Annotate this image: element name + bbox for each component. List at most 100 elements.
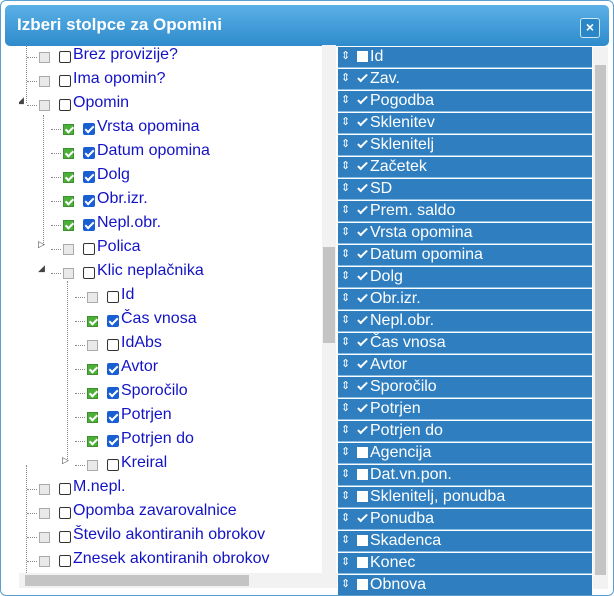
tree-node-label[interactable]: Polica xyxy=(97,238,141,256)
tree-node-label[interactable]: Potrjen xyxy=(121,406,172,424)
drag-handle-icon[interactable]: ⇕ xyxy=(341,313,350,326)
drag-handle-icon[interactable]: ⇕ xyxy=(341,445,350,458)
column-checkbox[interactable] xyxy=(357,579,368,590)
column-checkbox[interactable] xyxy=(83,123,95,135)
node-state-checkbox[interactable] xyxy=(87,364,98,375)
list-vertical-scrollbar[interactable] xyxy=(593,47,608,589)
node-state-checkbox[interactable] xyxy=(87,340,98,351)
column-checkbox[interactable] xyxy=(357,249,368,260)
selected-column-item[interactable]: ⇕ Prem. saldo xyxy=(338,201,592,222)
drag-handle-icon[interactable]: ⇕ xyxy=(341,533,350,546)
drag-handle-icon[interactable]: ⇕ xyxy=(341,401,350,414)
scrollbar-thumb[interactable] xyxy=(25,575,249,586)
column-checkbox[interactable] xyxy=(357,535,368,546)
column-checkbox[interactable] xyxy=(83,147,95,159)
tree-node-label[interactable]: IdAbs xyxy=(121,334,162,352)
drag-handle-icon[interactable]: ⇕ xyxy=(341,93,350,106)
column-checkbox[interactable] xyxy=(59,531,71,543)
selected-column-item[interactable]: ⇕ Sklenitev xyxy=(338,113,592,134)
column-checkbox[interactable] xyxy=(107,411,119,423)
tree-horizontal-scrollbar[interactable] xyxy=(19,573,337,588)
tree-node-label[interactable]: Opomba zavarovalnice xyxy=(73,502,237,520)
column-checkbox[interactable] xyxy=(59,483,71,495)
column-checkbox[interactable] xyxy=(83,243,95,255)
column-checkbox[interactable] xyxy=(357,359,368,370)
node-state-checkbox[interactable] xyxy=(63,124,74,135)
tree-node-label[interactable]: Sporočilo xyxy=(121,382,188,400)
scrollbar-thumb[interactable] xyxy=(323,247,335,343)
drag-handle-icon[interactable]: ⇕ xyxy=(341,137,350,150)
column-checkbox[interactable] xyxy=(59,75,71,87)
column-checkbox[interactable] xyxy=(357,425,368,436)
selected-column-item[interactable]: ⇕ Nepl.obr. xyxy=(338,311,592,332)
column-checkbox[interactable] xyxy=(357,271,368,282)
column-checkbox[interactable] xyxy=(357,95,368,106)
column-checkbox[interactable] xyxy=(357,403,368,414)
drag-handle-icon[interactable]: ⇕ xyxy=(341,159,350,172)
drag-handle-icon[interactable]: ⇕ xyxy=(341,357,350,370)
tree-node-label[interactable]: M.nepl. xyxy=(73,478,125,496)
drag-handle-icon[interactable]: ⇕ xyxy=(341,269,350,282)
column-checkbox[interactable] xyxy=(357,161,368,172)
expanded-icon[interactable]: ◢ xyxy=(38,263,45,274)
node-state-checkbox[interactable] xyxy=(39,532,50,543)
column-checkbox[interactable] xyxy=(83,267,95,279)
column-checkbox[interactable] xyxy=(107,435,119,447)
column-checkbox[interactable] xyxy=(83,171,95,183)
close-icon[interactable]: × xyxy=(580,18,600,38)
drag-handle-icon[interactable]: ⇕ xyxy=(341,49,350,62)
column-checkbox[interactable] xyxy=(107,315,119,327)
drag-handle-icon[interactable]: ⇕ xyxy=(341,71,350,84)
selected-column-item[interactable]: ⇕ Vrsta opomina xyxy=(338,223,592,244)
selected-column-item[interactable]: ⇕ Obr.izr. xyxy=(338,289,592,310)
selected-column-item[interactable]: ⇕ Potrjen xyxy=(338,399,592,420)
column-checkbox[interactable] xyxy=(357,117,368,128)
tree-node-label[interactable]: Opomin xyxy=(73,94,129,112)
selected-column-item[interactable]: ⇕ Id xyxy=(338,47,592,68)
column-checkbox[interactable] xyxy=(357,51,368,62)
column-checkbox[interactable] xyxy=(59,51,71,63)
node-state-checkbox[interactable] xyxy=(87,460,98,471)
column-checkbox[interactable] xyxy=(357,227,368,238)
node-state-checkbox[interactable] xyxy=(39,508,50,519)
node-state-checkbox[interactable] xyxy=(39,100,50,111)
tree-vertical-scrollbar[interactable] xyxy=(322,45,336,575)
tree-node-label[interactable]: Brez provizije? xyxy=(73,46,178,64)
tree-node-label[interactable]: Vrsta opomina xyxy=(97,118,200,136)
node-state-checkbox[interactable] xyxy=(87,388,98,399)
tree-node-label[interactable]: Znesek akontiranih obrokov xyxy=(73,550,270,568)
node-state-checkbox[interactable] xyxy=(87,292,98,303)
selected-column-item[interactable]: ⇕ Sklenitelj xyxy=(338,135,592,156)
dialog-titlebar[interactable]: Izberi stolpce za Opomini × xyxy=(5,5,609,46)
node-state-checkbox[interactable] xyxy=(87,412,98,423)
column-checkbox[interactable] xyxy=(357,381,368,392)
column-checkbox[interactable] xyxy=(107,363,119,375)
selected-column-item[interactable]: ⇕ Konec xyxy=(338,553,592,574)
column-checkbox[interactable] xyxy=(357,315,368,326)
drag-handle-icon[interactable]: ⇕ xyxy=(341,467,350,480)
drag-handle-icon[interactable]: ⇕ xyxy=(341,577,350,590)
column-checkbox[interactable] xyxy=(59,555,71,567)
column-checkbox[interactable] xyxy=(357,337,368,348)
column-checkbox[interactable] xyxy=(357,205,368,216)
selected-column-item[interactable]: ⇕ Agencija xyxy=(338,443,592,464)
node-state-checkbox[interactable] xyxy=(39,556,50,567)
column-checkbox[interactable] xyxy=(357,139,368,150)
drag-handle-icon[interactable]: ⇕ xyxy=(341,291,350,304)
column-checkbox[interactable] xyxy=(59,507,71,519)
column-checkbox[interactable] xyxy=(107,291,119,303)
drag-handle-icon[interactable]: ⇕ xyxy=(341,555,350,568)
drag-handle-icon[interactable]: ⇕ xyxy=(341,181,350,194)
node-state-checkbox[interactable] xyxy=(39,76,50,87)
selected-column-item[interactable]: ⇕ Začetek xyxy=(338,157,592,178)
selected-column-item[interactable]: ⇕ Sporočilo xyxy=(338,377,592,398)
tree-node-label[interactable]: Datum opomina xyxy=(97,142,210,160)
column-checkbox[interactable] xyxy=(107,459,119,471)
selected-column-item[interactable]: ⇕ Avtor xyxy=(338,355,592,376)
tree-node-label[interactable]: Nepl.obr. xyxy=(97,214,161,232)
drag-handle-icon[interactable]: ⇕ xyxy=(341,115,350,128)
drag-handle-icon[interactable]: ⇕ xyxy=(341,489,350,502)
selected-column-item[interactable]: ⇕ Čas vnosa xyxy=(338,333,592,354)
tree-node-label[interactable]: Čas vnosa xyxy=(121,310,197,328)
node-state-checkbox[interactable] xyxy=(63,196,74,207)
